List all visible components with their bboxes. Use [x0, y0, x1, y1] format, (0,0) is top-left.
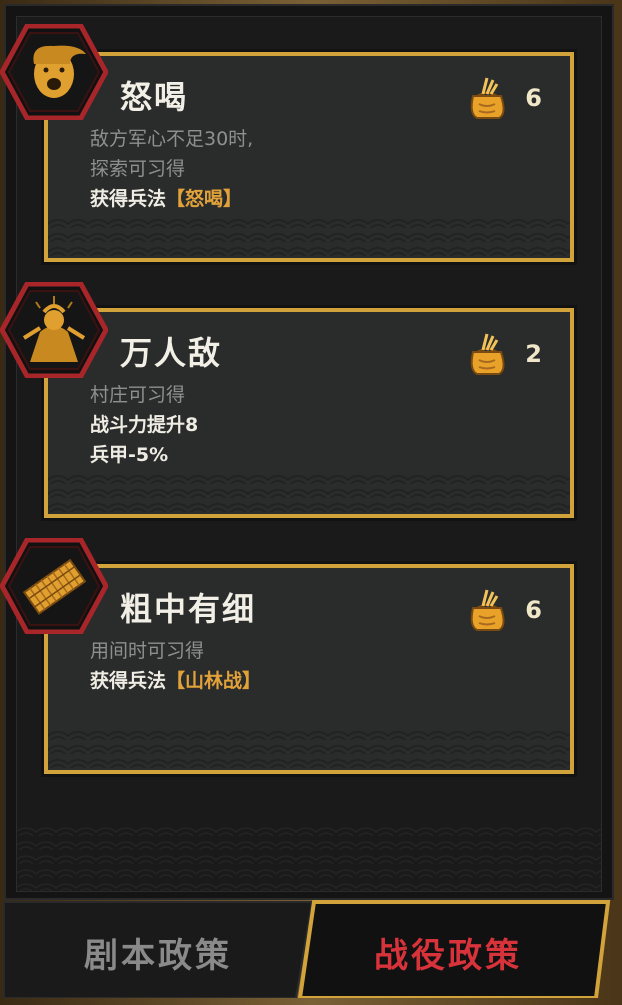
description-line: 探索可习得 [90, 158, 186, 180]
card-description: 用间时可习得 获得兵法【山林战】 [90, 636, 261, 696]
description-line: 敌方军心不足30时, [90, 128, 254, 150]
tab-campaign-policy[interactable]: 战役政策 [296, 898, 618, 998]
card-description: 村庄可习得 战斗力提升8 兵甲-5% [90, 380, 198, 470]
policy-card-nuhe[interactable]: 怒喝 6 敌方军心不足30时, 探索可习得 获得兵法【怒喝】 [41, 49, 577, 265]
panel-wave-pattern [16, 822, 602, 892]
tab-script-policy[interactable]: 剧本政策 [0, 898, 322, 998]
shouting-warrior-icon [0, 24, 108, 120]
card-wave-pattern [48, 470, 570, 514]
card-title: 怒喝 [120, 78, 189, 116]
card-wave-pattern [48, 726, 570, 770]
skill-grant-prefix: 获得兵法 [90, 670, 167, 692]
skill-grant-line: 获得兵法【山林战】 [90, 666, 261, 696]
policy-card-cuzhongyouxi[interactable]: 粗中有细 6 用间时可习得 获得兵法【山林战】 [41, 561, 577, 777]
cost-value: 6 [525, 596, 542, 624]
card-title: 万人敌 [120, 334, 223, 372]
cost-value: 6 [525, 84, 542, 112]
grain-sack-icon [470, 333, 505, 375]
general-warrior-icon [0, 282, 108, 378]
cost-value: 2 [525, 340, 542, 368]
cost-indicator: 2 [463, 330, 542, 378]
game-screen: 怒喝 6 敌方军心不足30时, 探索可习得 获得兵法【怒喝】 万人敌 2 村庄可… [0, 0, 622, 1005]
description-line: 村庄可习得 [90, 384, 186, 406]
cost-indicator: 6 [463, 74, 542, 122]
card-description: 敌方军心不足30时, 探索可习得 获得兵法【怒喝】 [90, 124, 253, 214]
skill-grant-line: 获得兵法【怒喝】 [90, 184, 253, 214]
tab-label: 战役政策 [374, 936, 522, 976]
card-title: 粗中有细 [120, 590, 257, 628]
description-line: 用间时可习得 [90, 640, 205, 662]
policy-card-wanrendi[interactable]: 万人敌 2 村庄可习得 战斗力提升8 兵甲-5% [41, 305, 577, 521]
skill-grant-prefix: 获得兵法 [90, 188, 167, 210]
effect-line: 战斗力提升8 [90, 414, 199, 436]
tab-label: 剧本政策 [84, 936, 232, 976]
card-wave-pattern [48, 214, 570, 258]
bamboo-scroll-icon [0, 538, 108, 634]
grain-sack-icon [470, 589, 505, 631]
cost-indicator: 6 [463, 586, 542, 634]
grain-sack-icon [470, 77, 505, 119]
skill-tag: 【怒喝】 [166, 188, 243, 210]
skill-tag: 【山林战】 [166, 670, 262, 692]
effect-line: 兵甲-5% [90, 444, 169, 466]
